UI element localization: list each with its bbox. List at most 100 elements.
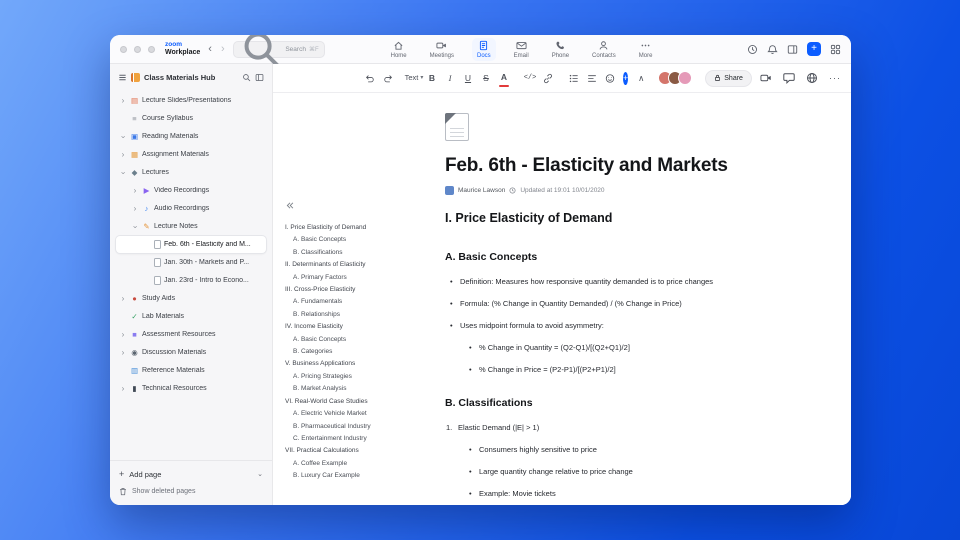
toc-item[interactable]: A. Coffee Example [285, 458, 443, 470]
share-button[interactable]: Share [705, 69, 752, 87]
toc-item[interactable]: B. Market Analysis [285, 383, 443, 395]
bold-button[interactable]: B [427, 70, 437, 86]
sidebar-item[interactable]: ≡ Course Syllabus [116, 110, 266, 127]
redo-icon[interactable] [383, 70, 393, 86]
sidebar-item[interactable]: › ● Study Aids [116, 290, 266, 307]
toc-item[interactable]: II. Determinants of Elasticity [285, 259, 443, 271]
sidebar-item[interactable]: › ▮ Technical Resources [116, 380, 266, 397]
chevron-icon[interactable]: › [119, 384, 127, 393]
sidebar-item[interactable]: › ✎ Lecture Notes [116, 218, 266, 235]
toc-item[interactable]: A. Fundamentals [285, 296, 443, 308]
toc-item[interactable]: B. Categories [285, 346, 443, 358]
tab-email[interactable]: Email [509, 38, 534, 61]
italic-button[interactable]: I [445, 70, 455, 86]
minimize-window-button[interactable] [134, 45, 141, 53]
toc-item[interactable]: V. Business Applications [285, 358, 443, 370]
toc-item[interactable]: IV. Income Elasticity [285, 321, 443, 333]
toc-item[interactable]: B. Relationships [285, 309, 443, 321]
toc-item[interactable]: A. Basic Concepts [285, 334, 443, 346]
sidebar-item[interactable]: ✓ Lab Materials [116, 308, 266, 325]
apps-grid-icon[interactable] [830, 44, 841, 55]
chevron-icon[interactable]: › [119, 330, 127, 339]
toc-item[interactable]: A. Electric Vehicle Market [285, 408, 443, 420]
align-button[interactable] [587, 70, 597, 86]
forward-button[interactable]: › [220, 43, 226, 55]
chevron-icon[interactable]: › [131, 223, 140, 231]
tab-home[interactable]: Home [386, 38, 412, 61]
sidebar-search-icon[interactable] [242, 73, 251, 82]
comment-icon[interactable] [783, 72, 795, 84]
tab-phone[interactable]: Phone [547, 38, 574, 61]
workspace-title[interactable]: Class Materials Hub [144, 73, 238, 82]
chevron-icon[interactable]: › [119, 169, 128, 177]
tab-docs[interactable]: Docs [472, 37, 496, 61]
toc-item[interactable]: A. Pricing Strategies [285, 371, 443, 383]
search-shortcut: ⌘F [308, 46, 319, 53]
side-panel-icon[interactable] [787, 44, 798, 55]
sidebar-item[interactable]: › ■ Assessment Resources [116, 326, 266, 343]
sidebar-item[interactable]: › ▤ Lecture Slides/Presentations [116, 92, 266, 109]
toc-item[interactable]: VI. Real-World Case Studies [285, 396, 443, 408]
toc-item[interactable]: C. Entertainment Industry [285, 433, 443, 445]
undo-icon[interactable] [365, 70, 375, 86]
globe-icon[interactable] [806, 72, 818, 84]
avatar[interactable] [678, 71, 693, 85]
toc-item[interactable]: B. Classifications [285, 247, 443, 259]
emoji-button[interactable] [605, 70, 615, 86]
chevron-icon[interactable]: › [131, 204, 139, 213]
maximize-window-button[interactable] [148, 45, 155, 53]
show-deleted-pages-button[interactable]: Show deleted pages [119, 484, 263, 498]
collapse-outline-icon[interactable] [285, 197, 443, 215]
toc-item[interactable]: VII. Practical Calculations [285, 445, 443, 457]
tab-contacts[interactable]: Contacts [587, 38, 621, 61]
chevron-icon[interactable]: › [119, 348, 127, 357]
collapse-toolbar-icon[interactable]: ∧ [636, 70, 646, 86]
close-window-button[interactable] [120, 45, 127, 53]
new-button[interactable]: + [807, 42, 821, 56]
text-color-button[interactable]: A [499, 70, 509, 87]
history-icon[interactable] [747, 44, 758, 55]
collapse-sidebar-icon[interactable] [255, 73, 264, 82]
toc-item[interactable]: A. Primary Factors [285, 272, 443, 284]
bell-icon[interactable] [767, 44, 778, 55]
toc-item[interactable]: A. Basic Concepts [285, 234, 443, 246]
link-button[interactable] [543, 70, 553, 86]
tab-more[interactable]: More [634, 38, 658, 61]
sidebar-item[interactable]: ▥ Reference Materials [116, 362, 266, 379]
sidebar-item[interactable]: Feb. 6th - Elasticity and M... [116, 236, 266, 253]
toc-item[interactable]: III. Cross-Price Elasticity [285, 284, 443, 296]
add-page-expand-icon[interactable]: ⌄ [257, 470, 263, 478]
text-style-dropdown[interactable]: Text ▾ [405, 70, 424, 86]
video-call-icon[interactable] [760, 72, 772, 84]
document-title[interactable]: Feb. 6th - Elasticity and Markets [445, 155, 797, 177]
chevron-icon[interactable]: › [119, 133, 128, 141]
toc-item[interactable]: B. Luxury Car Example [285, 470, 443, 482]
insert-block-button[interactable]: + [623, 71, 629, 85]
sidebar-item[interactable]: › ▶ Video Recordings [116, 182, 266, 199]
bulleted-list-button[interactable] [569, 70, 579, 86]
sidebar-item[interactable]: › ◉ Discussion Materials [116, 344, 266, 361]
add-page-button[interactable]: + Add page ⌄ [119, 466, 263, 482]
document-body[interactable]: Feb. 6th - Elasticity and Markets Mauric… [445, 93, 797, 505]
back-button[interactable]: ‹ [207, 43, 213, 55]
workplace-logo-text: Workplace [165, 49, 201, 57]
sidebar-item[interactable]: › ◆ Lectures [116, 164, 266, 181]
sidebar-item[interactable]: › ▦ Assignment Materials [116, 146, 266, 163]
sidebar-item[interactable]: › ♪ Audio Recordings [116, 200, 266, 217]
chevron-icon[interactable]: › [119, 294, 127, 303]
sidebar-item[interactable]: Jan. 30th - Markets and P... [116, 254, 266, 271]
global-search-input[interactable]: Search ⌘F [232, 35, 325, 68]
sidebar-item[interactable]: › ▣ Reading Materials [116, 128, 266, 145]
chevron-icon[interactable]: › [119, 150, 127, 159]
underline-button[interactable]: U [463, 70, 473, 86]
tab-meetings[interactable]: Meetings [425, 38, 459, 61]
workspace-menu-icon[interactable] [118, 73, 127, 82]
strikethrough-button[interactable]: S [481, 70, 491, 86]
more-options-icon[interactable]: ··· [829, 73, 841, 83]
chevron-icon[interactable]: › [119, 96, 127, 105]
code-button[interactable]: </> [524, 70, 537, 86]
toc-item[interactable]: B. Pharmaceutical Industry [285, 421, 443, 433]
sidebar-item[interactable]: Jan. 23rd - Intro to Econo... [116, 272, 266, 289]
chevron-icon[interactable]: › [131, 186, 139, 195]
toc-item[interactable]: I. Price Elasticity of Demand [285, 222, 443, 234]
